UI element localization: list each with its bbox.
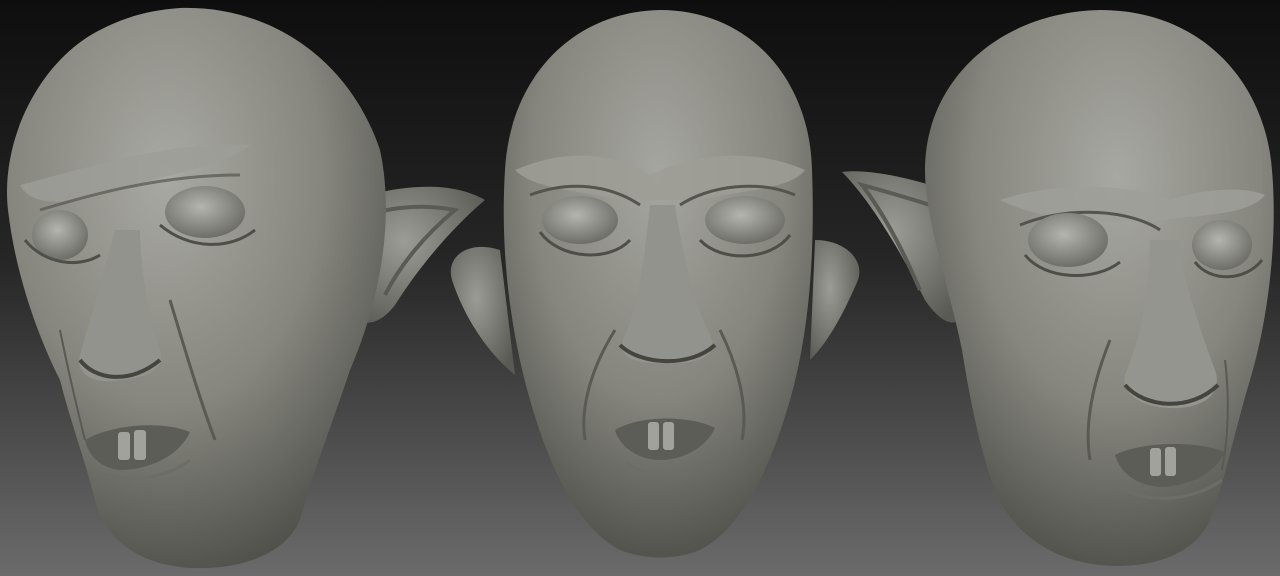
eye-right — [705, 196, 785, 244]
tooth-left — [1150, 448, 1161, 476]
tooth-right — [1165, 447, 1176, 476]
tooth-left — [648, 422, 659, 450]
eye-right — [1192, 220, 1252, 270]
eye-left — [1028, 213, 1108, 267]
eye-left — [542, 196, 618, 244]
sculpt-render-canvas — [0, 0, 1280, 576]
tooth-left — [118, 432, 130, 460]
tooth-right — [134, 430, 146, 460]
sculpt-viewport[interactable] — [0, 0, 1280, 576]
eye-right — [165, 186, 245, 238]
tooth-right — [663, 422, 674, 450]
